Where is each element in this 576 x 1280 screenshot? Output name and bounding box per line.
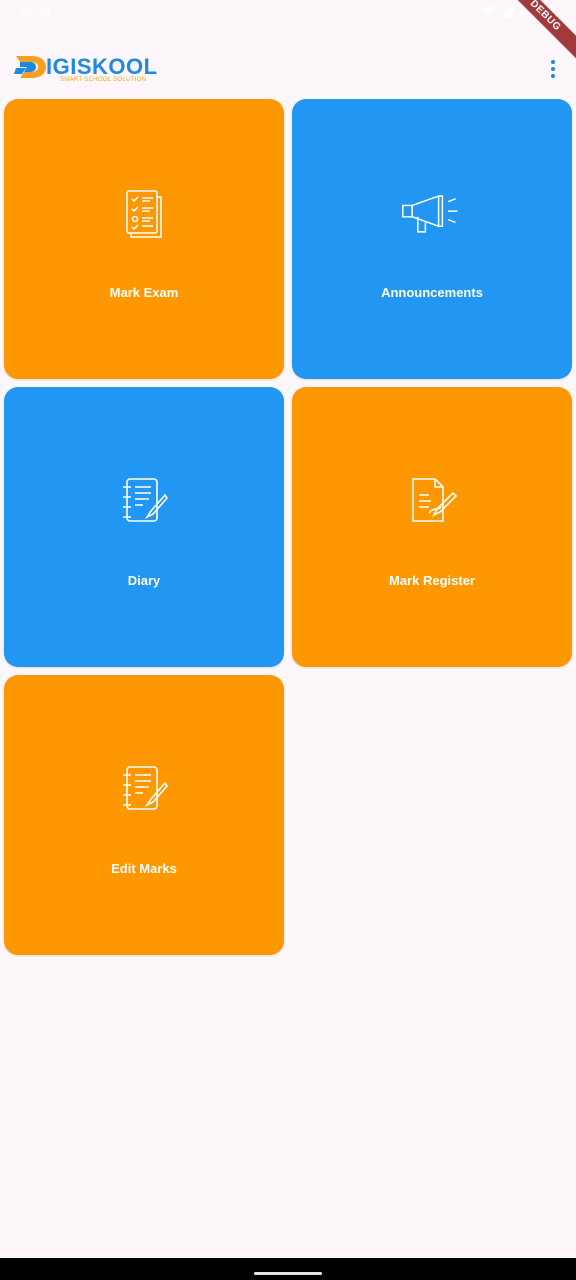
announcements-label: Announcements bbox=[381, 285, 483, 300]
dashboard-grid: Mark Exam Announcements Diary Mark Regis… bbox=[4, 99, 572, 955]
megaphone-icon bbox=[402, 194, 458, 233]
mark-exam-tile[interactable]: Mark Exam bbox=[4, 99, 284, 379]
diary-label: Diary bbox=[127, 573, 161, 588]
more-vert-icon bbox=[551, 60, 555, 64]
mark-exam-label: Mark Exam bbox=[109, 285, 179, 300]
system-nav-bar bbox=[0, 1258, 576, 1280]
home-gesture-handle[interactable] bbox=[254, 1272, 322, 1275]
edit-notebook-icon bbox=[123, 766, 169, 810]
mark-register-label: Mark Register bbox=[389, 573, 475, 588]
status-time: 12:30 bbox=[18, 5, 51, 20]
register-sign-icon bbox=[412, 478, 457, 522]
wifi-icon bbox=[482, 5, 496, 20]
more-vert-icon-dot bbox=[551, 74, 555, 78]
more-options-button[interactable] bbox=[544, 58, 562, 80]
exam-checklist-icon bbox=[126, 190, 162, 238]
status-bar: 12:30 84% bbox=[0, 0, 576, 26]
edit-marks-label: Edit Marks bbox=[111, 861, 177, 876]
mark-register-tile[interactable]: Mark Register bbox=[292, 387, 572, 667]
logo-d-icon bbox=[14, 56, 46, 78]
edit-marks-tile[interactable]: Edit Marks bbox=[4, 675, 284, 955]
digiskool-logo: IGISKOOL SMART SCHOOL SOLUTION bbox=[14, 52, 157, 86]
signal-icon bbox=[501, 5, 514, 20]
diary-tile[interactable]: Diary bbox=[4, 387, 284, 667]
more-vert-icon-dot bbox=[551, 67, 555, 71]
logo-tagline: SMART SCHOOL SOLUTION bbox=[60, 77, 147, 83]
announcements-tile[interactable]: Announcements bbox=[292, 99, 572, 379]
app-bar: IGISKOOL SMART SCHOOL SOLUTION bbox=[0, 40, 576, 96]
diary-notebook-icon bbox=[123, 478, 169, 522]
